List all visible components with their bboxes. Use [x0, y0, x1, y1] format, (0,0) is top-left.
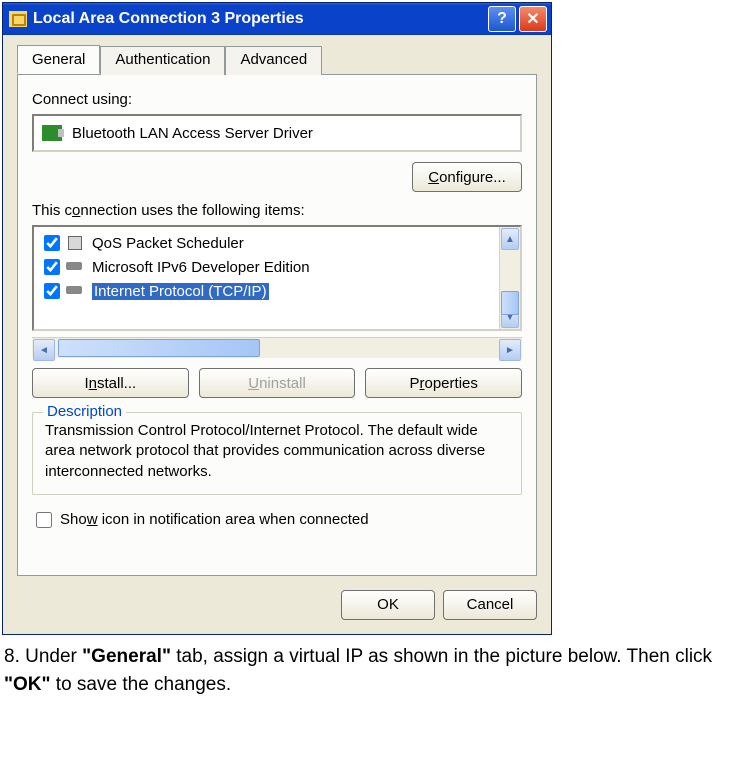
instruction-text: 8. Under "General" tab, assign a virtual…: [0, 637, 722, 706]
item-checkbox-qos[interactable]: [44, 235, 60, 251]
show-icon-checkbox[interactable]: [36, 512, 52, 528]
scroll-right-button[interactable]: ►: [499, 339, 521, 361]
item-label: QoS Packet Scheduler: [92, 235, 244, 252]
tab-authentication[interactable]: Authentication: [100, 46, 225, 75]
tab-advanced[interactable]: Advanced: [225, 46, 322, 75]
properties-button[interactable]: Properties: [365, 368, 522, 398]
titlebar[interactable]: Local Area Connection 3 Properties ? ✕: [3, 3, 551, 35]
scroll-up-button[interactable]: ▲: [501, 228, 519, 250]
horizontal-scrollbar[interactable]: ◄ ►: [32, 337, 522, 358]
tab-panel-general: Connect using: Bluetooth LAN Access Serv…: [17, 75, 537, 576]
hscroll-track[interactable]: [56, 338, 498, 358]
cancel-button[interactable]: Cancel: [443, 590, 537, 620]
list-item[interactable]: Internet Protocol (TCP/IP): [40, 279, 498, 303]
description-text: Transmission Control Protocol/Internet P…: [45, 421, 509, 482]
item-checkbox-tcpip[interactable]: [44, 283, 60, 299]
list-item[interactable]: QoS Packet Scheduler: [40, 231, 498, 255]
connection-icon: [9, 11, 27, 27]
connect-using-label: Connect using:: [32, 91, 522, 108]
close-button[interactable]: ✕: [519, 6, 547, 32]
dialog-body: General Authentication Advanced Connect …: [3, 35, 551, 590]
close-icon: ✕: [526, 9, 539, 29]
tab-general[interactable]: General: [17, 45, 100, 74]
show-icon-label: Show icon in notification area when conn…: [60, 511, 369, 528]
item-label: Microsoft IPv6 Developer Edition: [92, 259, 310, 276]
tcpip-icon: [66, 282, 86, 300]
scroll-track[interactable]: [500, 251, 520, 305]
items-label: This connection uses the following items…: [32, 202, 522, 219]
components-listbox[interactable]: QoS Packet Scheduler Microsoft IPv6 Deve…: [32, 225, 522, 331]
item-checkbox-ipv6[interactable]: [44, 259, 60, 275]
description-legend: Description: [43, 403, 126, 420]
adapter-field: Bluetooth LAN Access Server Driver: [32, 114, 522, 152]
vertical-scrollbar[interactable]: ▲ ▼: [499, 227, 520, 329]
dialog-footer: OK Cancel: [3, 590, 551, 634]
network-adapter-icon: [42, 125, 62, 141]
step-number: 8.: [4, 646, 20, 667]
adapter-name: Bluetooth LAN Access Server Driver: [72, 125, 313, 142]
hscroll-thumb[interactable]: [58, 339, 260, 357]
list-item[interactable]: Microsoft IPv6 Developer Edition: [40, 255, 498, 279]
ipv6-icon: [66, 258, 86, 276]
general-bold: "General": [82, 646, 171, 667]
description-group: Description Transmission Control Protoco…: [32, 412, 522, 495]
scroll-thumb[interactable]: [501, 291, 519, 315]
tab-strip: General Authentication Advanced: [17, 45, 537, 75]
item-label-selected: Internet Protocol (TCP/IP): [92, 283, 269, 300]
help-button[interactable]: ?: [488, 6, 516, 32]
properties-dialog: Local Area Connection 3 Properties ? ✕ G…: [2, 2, 552, 635]
uninstall-button: Uninstall: [199, 368, 356, 398]
install-button[interactable]: Install...: [32, 368, 189, 398]
qos-icon: [66, 234, 86, 252]
window-title: Local Area Connection 3 Properties: [33, 10, 485, 28]
show-icon-row[interactable]: Show icon in notification area when conn…: [32, 509, 522, 531]
scroll-left-button[interactable]: ◄: [33, 339, 55, 361]
ok-bold: "OK": [4, 674, 51, 695]
ok-button[interactable]: OK: [341, 590, 435, 620]
configure-button[interactable]: CConfigure...onfigure...: [412, 162, 522, 192]
